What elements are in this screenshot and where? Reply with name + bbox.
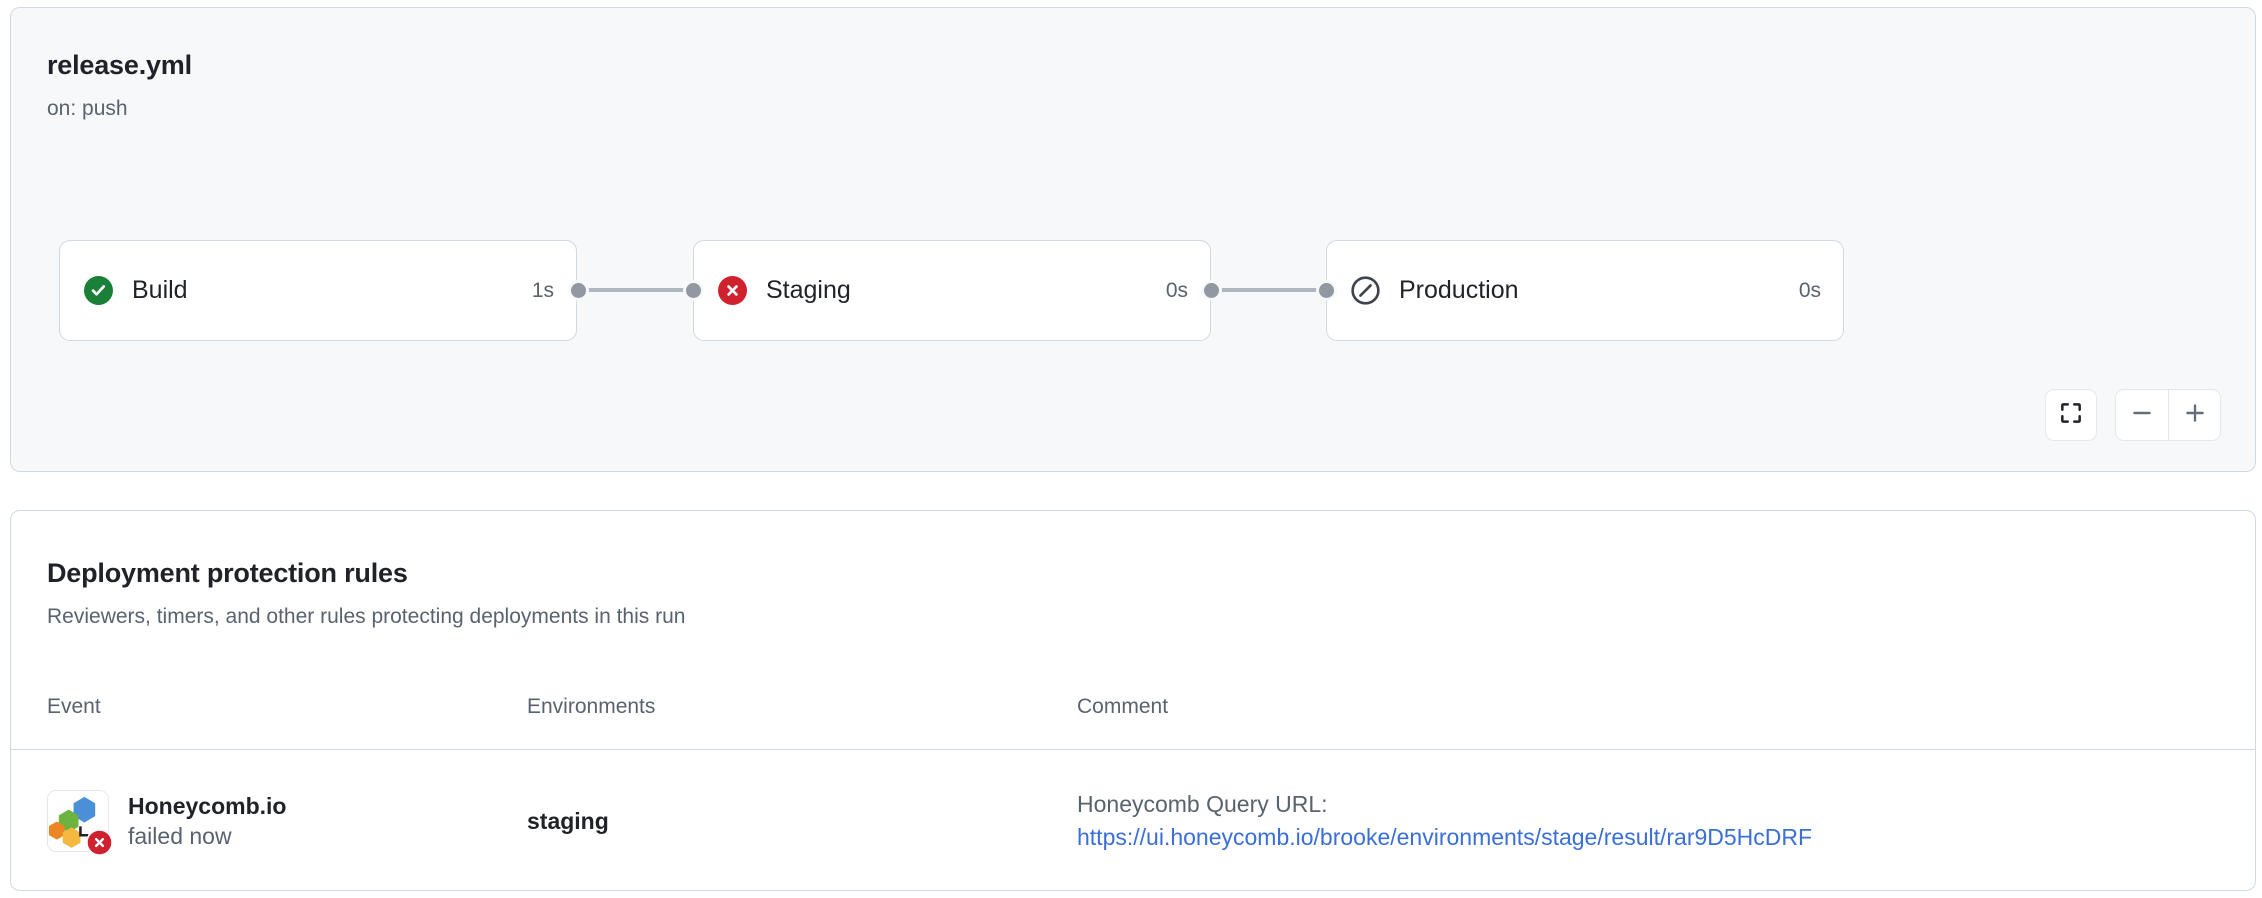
- page-subtitle: Reviewers, timers, and other rules prote…: [47, 605, 686, 628]
- handle-build-source[interactable]: [568, 280, 589, 301]
- event-status: failed now: [128, 823, 232, 849]
- workflow-node-staging[interactable]: Staging 0s: [693, 240, 1211, 341]
- avatar: [47, 790, 113, 856]
- workflow-node-label: Build: [132, 276, 188, 304]
- workflow-node-duration: 1s: [531, 278, 554, 302]
- environment-cell: staging: [527, 808, 1077, 835]
- column-header-comment: Comment: [1077, 695, 1169, 718]
- minus-icon: [2129, 400, 2155, 431]
- zoom-in-button[interactable]: [2168, 390, 2220, 440]
- workflow-node-label: Staging: [766, 276, 851, 304]
- handle-staging-source[interactable]: [1201, 280, 1222, 301]
- handle-production-target[interactable]: [1316, 280, 1337, 301]
- workflow-node-production[interactable]: Production 0s: [1326, 240, 1844, 341]
- graph-controls: [2045, 389, 2221, 441]
- workflow-node-duration: 0s: [1798, 278, 1821, 302]
- edge-build-to-staging: [583, 288, 689, 292]
- table-row: Honeycomb.io failed now staging Honeycom…: [11, 749, 2255, 890]
- check-circle-fill-icon: [84, 276, 113, 305]
- column-header-event: Event: [47, 695, 101, 718]
- x-circle-fill-icon: [86, 829, 113, 856]
- workflow-node-label: Production: [1399, 276, 1519, 304]
- honeycomb-query-url-link[interactable]: https://ui.honeycomb.io/brooke/environme…: [1077, 821, 2219, 854]
- workflow-graph-card: release.yml on: push Build 1s Staging 0s…: [10, 7, 2256, 472]
- skip-circle-icon: [1351, 276, 1380, 305]
- comment-cell: Honeycomb Query URL: https://ui.honeycom…: [1077, 788, 2219, 853]
- protection-rules-table: Event Environments Comment Honeycomb.io …: [11, 665, 2255, 890]
- workflow-node-build[interactable]: Build 1s: [59, 240, 577, 341]
- plus-icon: [2182, 400, 2208, 431]
- x-circle-fill-icon: [718, 276, 747, 305]
- zoom-out-button[interactable]: [2116, 390, 2168, 440]
- event-cell: Honeycomb.io failed now: [47, 790, 527, 856]
- page-title: Deployment protection rules: [47, 558, 408, 588]
- column-header-environments: Environments: [527, 695, 656, 718]
- workflow-node-duration: 0s: [1165, 278, 1188, 302]
- environment-name: staging: [527, 807, 609, 834]
- event-text: Honeycomb.io failed now: [128, 791, 286, 852]
- workflow-flow-canvas[interactable]: Build 1s Staging 0s Production 0s: [11, 8, 2255, 471]
- fit-to-screen-button[interactable]: [2045, 389, 2097, 441]
- handle-staging-target[interactable]: [683, 280, 704, 301]
- page-root: release.yml on: push Build 1s Staging 0s…: [0, 0, 2262, 898]
- table-header-row: Event Environments Comment: [11, 665, 2255, 749]
- zoom-control-group: [2115, 389, 2221, 441]
- deployment-protection-rules-card: Deployment protection rules Reviewers, t…: [10, 510, 2256, 891]
- fullscreen-icon: [2058, 400, 2084, 431]
- comment-label: Honeycomb Query URL:: [1077, 791, 1328, 818]
- event-name: Honeycomb.io: [128, 792, 287, 819]
- edge-staging-to-production: [1216, 288, 1322, 292]
